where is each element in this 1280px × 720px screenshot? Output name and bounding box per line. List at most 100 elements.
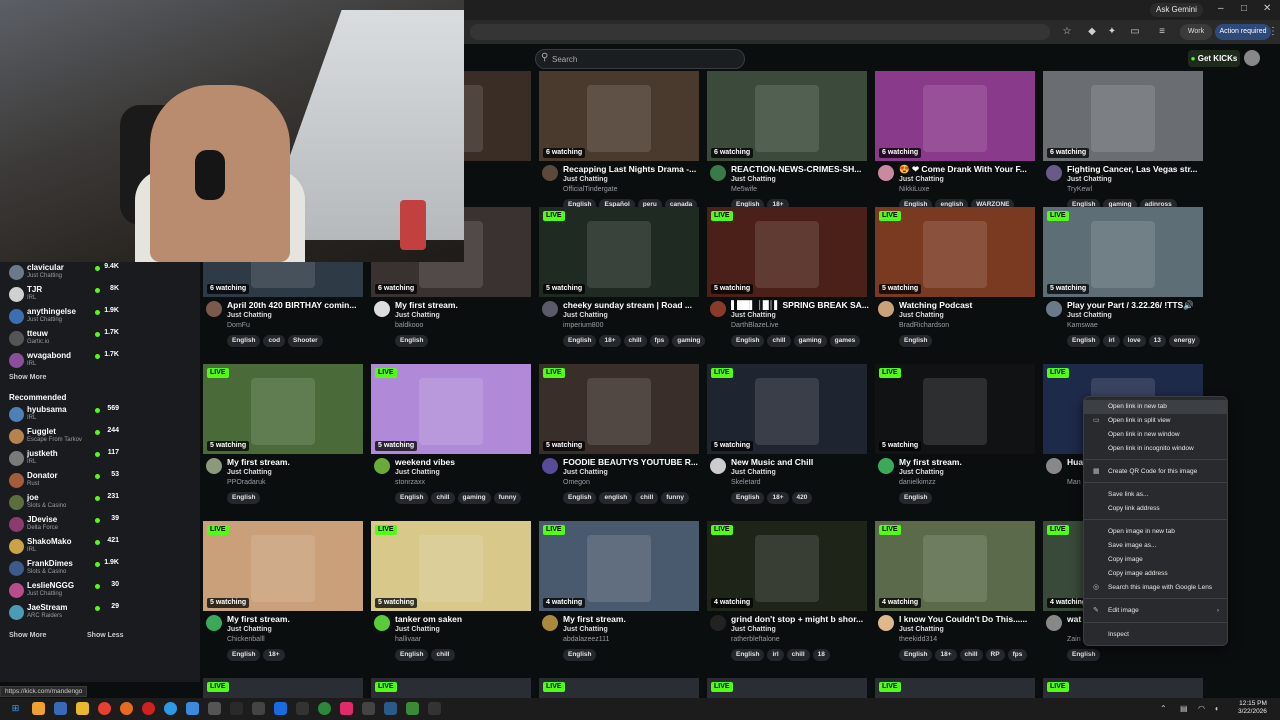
stream-title[interactable]: FOODIE BEAUTYS YOUTUBE R... [563, 457, 701, 467]
stream-card[interactable]: LIVE 4 watching I know You Couldn't Do Thi… [875, 521, 1037, 671]
windows-start-icon[interactable]: ⊞ [9, 702, 22, 715]
stream-title[interactable]: cheeky sunday stream | Road ... [563, 300, 701, 310]
stream-category[interactable]: Just Chatting [227, 469, 272, 476]
streamer-avatar[interactable] [374, 458, 390, 474]
streamer-name[interactable]: OfficialTindergate [563, 186, 617, 193]
stream-tag[interactable]: chill [431, 492, 455, 504]
context-menu-item[interactable]: ◎ Search this image with Google Lens [1084, 581, 1227, 595]
context-menu-item[interactable]: Inspect [1084, 628, 1227, 642]
search-input[interactable] [552, 52, 732, 66]
stream-category[interactable]: Just Chatting [731, 176, 776, 183]
stream-card[interactable]: LIVE 5 watching cheeky sunday stream | Roa… [539, 207, 706, 357]
stream-tag[interactable]: chill [431, 649, 455, 661]
stream-card[interactable]: 6 watching Fighting Cancer, Las Vegas str… [1043, 71, 1205, 221]
stream-tag[interactable]: English [395, 649, 429, 661]
store-icon[interactable] [186, 702, 199, 715]
streamer-avatar[interactable] [1046, 458, 1062, 474]
stream-thumbnail[interactable]: LIVE 5 watching [539, 364, 699, 454]
streamer-avatar[interactable] [542, 615, 558, 631]
stream-thumbnail[interactable]: LIVE 4 watching [539, 521, 699, 611]
stream-tag[interactable]: English [227, 649, 261, 661]
stream-thumbnail[interactable]: 6 watching [707, 71, 867, 161]
context-menu-item[interactable]: Copy image [1084, 553, 1227, 567]
puzzle-icon[interactable]: ✦ [1105, 25, 1119, 39]
stream-tag[interactable]: cod [263, 335, 286, 347]
firefox-icon[interactable] [120, 702, 133, 715]
stream-category[interactable]: Just Chatting [899, 626, 944, 633]
app-icon[interactable] [384, 702, 397, 715]
streamer-avatar[interactable] [206, 458, 222, 474]
sidebar-channel[interactable]: clavicular Just Chatting 9.4K [0, 262, 200, 284]
streamer-name[interactable]: Me5wife [731, 186, 757, 193]
sidebar-channel[interactable]: wvagabond IRL 1.7K [0, 350, 200, 372]
streamer-avatar[interactable] [206, 615, 222, 631]
chrome-icon[interactable] [98, 702, 111, 715]
stream-tag[interactable]: chill [635, 492, 659, 504]
app-icon[interactable] [208, 702, 221, 715]
extension-icon[interactable]: ◆ [1085, 25, 1099, 39]
streamer-name[interactable]: Man [1067, 479, 1081, 486]
streamer-name[interactable]: Chickenballl [227, 636, 265, 643]
streamer-name[interactable]: Omegon [563, 479, 590, 486]
streamer-avatar[interactable] [206, 301, 222, 317]
stream-tag[interactable]: fps [649, 335, 670, 347]
stream-thumbnail[interactable]: LIVE 5 watching [371, 364, 531, 454]
stream-card[interactable]: 6 watching REACTION-NEWS-CRIMES-SH... Just… [707, 71, 869, 221]
stream-title[interactable]: Watching Podcast [899, 300, 1037, 310]
stream-tag[interactable]: English [899, 649, 933, 661]
stream-tag[interactable]: gaming [457, 492, 491, 504]
stream-category[interactable]: Just Chatting [227, 626, 272, 633]
stream-category[interactable]: Just Chatting [563, 469, 608, 476]
sidebar-channel[interactable]: hyubsama IRL 569 [0, 404, 200, 426]
stream-category[interactable]: Just Chatting [395, 626, 440, 633]
stream-thumbnail[interactable]: LIVE 5 watching [875, 364, 1035, 454]
stream-thumbnail[interactable]: LIVE 5 watching [539, 207, 699, 297]
stream-tag[interactable]: funny [661, 492, 689, 504]
opera-icon[interactable] [142, 702, 155, 715]
app-icon[interactable] [54, 702, 67, 715]
context-menu-item[interactable]: Open image in new tab [1084, 525, 1227, 539]
stream-title[interactable]: My first stream. [227, 614, 365, 624]
app-icon[interactable] [340, 702, 353, 715]
streamer-name[interactable]: NikkiLuxe [899, 186, 929, 193]
stream-category[interactable]: Just Chatting [899, 312, 944, 319]
streamer-avatar[interactable] [710, 458, 726, 474]
show-more-following[interactable]: Show More [9, 374, 46, 381]
stream-tag[interactable]: English [395, 492, 429, 504]
sidebar-channel[interactable]: Fugglet Escape From Tarkov 244 [0, 426, 200, 448]
app-icon[interactable] [32, 702, 45, 715]
app-icon[interactable] [406, 702, 419, 715]
stream-category[interactable]: Just Chatting [563, 176, 608, 183]
stream-card[interactable]: LIVE 5 watching Watching Podcast Just Chatt… [875, 207, 1037, 357]
sidebar-channel[interactable]: LeslieNGGG Just Chatting 30 [0, 580, 200, 602]
stream-category[interactable]: Just Chatting [1067, 312, 1112, 319]
stream-category[interactable]: Just Chatting [899, 469, 944, 476]
address-bar[interactable] [470, 24, 1050, 40]
stream-tag[interactable]: English [1067, 335, 1101, 347]
stream-thumbnail[interactable]: LIVE 5 watching [371, 521, 531, 611]
stream-category[interactable]: Just Chatting [731, 626, 776, 633]
stream-title[interactable]: Play your Part / 3.22.26/ !TTS🔊 [1067, 300, 1205, 311]
streamer-name[interactable]: TryKewl [1067, 186, 1092, 193]
stream-thumbnail[interactable]: LIVE [371, 678, 531, 698]
app-icon[interactable] [362, 702, 375, 715]
streamer-name[interactable]: danielkimzz [899, 479, 936, 486]
stream-thumbnail[interactable]: LIVE [1043, 678, 1203, 698]
sidebar-channel[interactable]: FrankDimes Slots & Casino 1.9K [0, 558, 200, 580]
stream-thumbnail[interactable]: LIVE 5 watching [875, 207, 1035, 297]
stream-title[interactable]: Recapping Last Nights Drama -... [563, 164, 701, 174]
stream-title[interactable]: 😍 ❤ Come Drank With Your F... [899, 164, 1037, 175]
stream-title[interactable]: ▌██▌ │█│▌ SPRING BREAK SA... [731, 300, 869, 310]
stream-card[interactable]: LIVE 5 watching My first stream. Just Chatt… [875, 364, 1037, 514]
stream-thumbnail[interactable]: LIVE [707, 678, 867, 698]
stream-card[interactable]: LIVE 4 watching My first stream. Just Chatt… [539, 521, 701, 671]
stream-tag[interactable]: 18+ [263, 649, 285, 661]
sidebar-channel[interactable]: anythingelse Just Chatting 1.9K [0, 306, 200, 328]
streamer-avatar[interactable] [374, 615, 390, 631]
streamer-name[interactable]: theekidd314 [899, 636, 937, 643]
stream-title[interactable]: I know You Couldn't Do This...... [899, 614, 1037, 624]
stream-title[interactable]: tanker om saken [395, 614, 533, 624]
stream-thumbnail[interactable]: 6 watching [875, 71, 1035, 161]
stream-title[interactable]: My first stream. [563, 614, 701, 624]
stream-tag[interactable]: Shooter [288, 335, 323, 347]
